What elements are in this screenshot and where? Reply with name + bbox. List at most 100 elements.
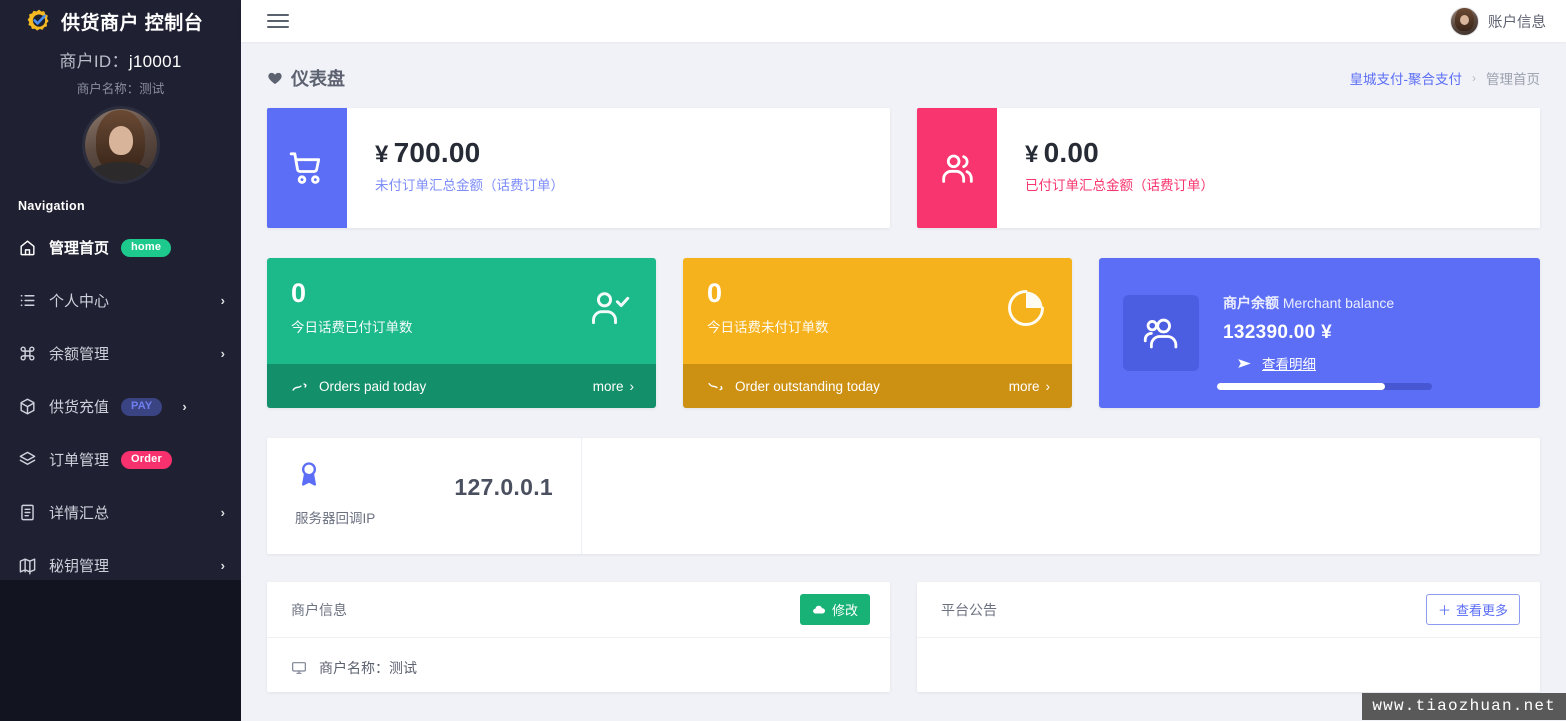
list-icon	[18, 291, 37, 310]
brand[interactable]: 供货商户 控制台	[0, 0, 241, 42]
layers-icon	[18, 450, 37, 469]
chevron-right-icon: ›	[1045, 378, 1051, 394]
main-area: 账户信息 仪表盘 皇城支付-聚合支付 › 管理首页 ¥ 700.00 未付订单汇…	[241, 0, 1566, 721]
merchant-name-row: 商户名称：测试	[291, 658, 866, 678]
merchant-id-value: j10001	[128, 52, 182, 71]
chevron-right-icon: ›	[629, 378, 635, 394]
orders-paid-today-more-link[interactable]: more ›	[593, 379, 634, 394]
breadcrumb: 皇城支付-聚合支付 › 管理首页	[1350, 68, 1541, 88]
file-icon	[18, 503, 37, 522]
cloud-icon	[812, 603, 826, 617]
merchant-id: 商户ID：j10001	[0, 47, 241, 72]
amount-value: 700.00	[393, 137, 481, 168]
orders-paid-today-caption: 今日话费已付订单数	[291, 320, 413, 335]
merchant-balance-card[interactable]: 商户余额 Merchant balance 132390.00 ¥ 查看明细	[1099, 258, 1540, 408]
page-title-text: 仪表盘	[291, 69, 345, 89]
chevron-right-icon: ›	[220, 346, 225, 361]
plus-icon: ＋	[1437, 603, 1451, 618]
sidebar-item-recharge[interactable]: 供货充值 PAY ›	[0, 380, 241, 433]
balance-progress-fill	[1217, 383, 1385, 390]
sidebar-item-balance[interactable]: 余额管理 ›	[0, 327, 241, 380]
sidebar-item-label: 个人中心	[49, 293, 110, 310]
user-check-icon	[588, 286, 632, 335]
chevron-right-icon: ›	[220, 293, 225, 308]
sidebar-item-personal-center[interactable]: 个人中心 ›	[0, 274, 241, 327]
merchant-balance-body: 商户余额 Merchant balance 132390.00 ¥ 查看明细	[1223, 293, 1394, 373]
mini-stats-row: 0 今日话费已付订单数 Orders paid today more › 0 今…	[267, 258, 1540, 408]
sidebar-item-keys[interactable]: 秘钥管理 ›	[0, 539, 241, 592]
server-info-row: 服务器回调IP 127.0.0.1	[267, 438, 1540, 554]
orders-paid-today-footer[interactable]: Orders paid today more ›	[267, 364, 656, 408]
merchant-info-panel-title: 商户信息	[291, 601, 347, 618]
brand-title: 供货商户 控制台	[61, 12, 204, 34]
server-info-empty-cell	[582, 438, 1540, 554]
account-label: 账户信息	[1488, 14, 1546, 31]
orders-outstanding-today-footer[interactable]: Order outstanding today more ›	[683, 364, 1072, 408]
command-icon	[18, 344, 37, 363]
merchant-info-panel-header: 商户信息 修改	[267, 582, 890, 638]
chevron-right-icon: ›	[220, 558, 225, 573]
paid-orders-amount: ¥0.00	[1025, 138, 1214, 167]
merchant-name: 商户名称：测试	[76, 82, 165, 96]
bottom-panels-row: 商户信息 修改 商户名称：测试 平台公告 ＋ 查看更多	[267, 582, 1540, 692]
merchant-balance-title-cn: 商户余额	[1223, 295, 1279, 311]
hamburger-icon[interactable]	[267, 10, 289, 32]
send-icon	[1237, 356, 1252, 371]
paid-orders-card[interactable]: ¥0.00 已付订单汇总金额（话费订单）	[917, 108, 1540, 228]
avatar	[1450, 6, 1479, 36]
wide-stats-row: ¥700.00 未付订单汇总金额（话费订单） ¥0.00 已付订单汇总金额（话费…	[267, 108, 1540, 228]
view-details-label: 查看明细	[1262, 357, 1316, 372]
sidebar-item-home[interactable]: 管理首页 home	[0, 221, 241, 274]
view-more-announcements-button[interactable]: ＋ 查看更多	[1425, 594, 1520, 625]
merchant-info-panel: 商户信息 修改 商户名称：测试	[267, 582, 890, 692]
topbar: 账户信息	[241, 0, 1566, 42]
content: 仪表盘 皇城支付-聚合支付 › 管理首页 ¥700.00 未付订单汇总金额（话费…	[241, 42, 1566, 721]
announcement-panel: 平台公告 ＋ 查看更多	[917, 582, 1540, 692]
orders-outstanding-today-more-link[interactable]: more ›	[1009, 379, 1050, 394]
amount-value: 0.00	[1043, 137, 1099, 168]
announcement-panel-body	[917, 638, 1540, 658]
server-callback-ip-label: 服务器回调IP	[295, 511, 376, 526]
orders-paid-today-number: 0	[291, 278, 307, 308]
chevron-right-icon: ›	[182, 399, 187, 414]
unpaid-orders-card[interactable]: ¥700.00 未付订单汇总金额（话费订单）	[267, 108, 890, 228]
edit-merchant-info-button[interactable]: 修改	[799, 594, 870, 625]
server-callback-ip-card: 服务器回调IP 127.0.0.1	[267, 438, 582, 554]
shopping-cart-icon	[267, 108, 347, 228]
monitor-icon	[291, 660, 307, 676]
unpaid-orders-body: ¥700.00 未付订单汇总金额（话费订单）	[347, 108, 564, 228]
sidebar-item-label: 管理首页	[49, 240, 110, 257]
home-icon	[18, 238, 37, 257]
announcement-panel-header: 平台公告 ＋ 查看更多	[917, 582, 1540, 638]
orders-outstanding-today-caption: 今日话费未付订单数	[707, 320, 829, 335]
trend-up-icon	[291, 378, 308, 395]
account-menu[interactable]: 账户信息	[1450, 6, 1546, 36]
merchant-balance-title-en: Merchant balance	[1279, 295, 1395, 311]
sidebar-item-orders[interactable]: 订单管理 Order	[0, 433, 241, 486]
view-details-link[interactable]: 查看明细	[1237, 353, 1394, 373]
merchant-name-text: 商户名称：测试	[319, 660, 417, 676]
orders-outstanding-today-card[interactable]: 0 今日话费未付订单数 Order outstanding today more…	[683, 258, 1072, 408]
sidebar-badge-home: home	[121, 238, 172, 257]
sidebar-item-label: 详情汇总	[49, 505, 110, 522]
orders-paid-today-top: 0 今日话费已付订单数	[267, 258, 656, 364]
breadcrumb-link[interactable]: 皇城支付-聚合支付	[1350, 68, 1463, 88]
page-title: 仪表盘	[267, 65, 345, 91]
avatar[interactable]	[84, 109, 157, 181]
merchant-id-label: 商户ID：	[59, 52, 129, 71]
breadcrumb-current: 管理首页	[1486, 72, 1540, 87]
orders-paid-today-card[interactable]: 0 今日话费已付订单数 Orders paid today more ›	[267, 258, 656, 408]
watermark: www.tiaozhuan.net	[1362, 693, 1566, 720]
unpaid-orders-amount: ¥700.00	[375, 138, 564, 167]
chevron-right-icon: ›	[220, 505, 225, 520]
users-group-icon	[1123, 295, 1199, 371]
currency-symbol: ¥	[1025, 141, 1039, 168]
box-icon	[18, 397, 37, 416]
pie-chart-icon	[1004, 286, 1048, 335]
announcement-panel-title: 平台公告	[941, 601, 997, 618]
chevron-right-icon: ›	[1472, 71, 1476, 85]
sidebar-item-details[interactable]: 详情汇总 ›	[0, 486, 241, 539]
sidebar: 供货商户 控制台 商户ID：j10001 商户名称：测试 Navigation …	[0, 0, 241, 721]
trend-down-icon	[707, 378, 724, 395]
users-icon	[917, 108, 997, 228]
